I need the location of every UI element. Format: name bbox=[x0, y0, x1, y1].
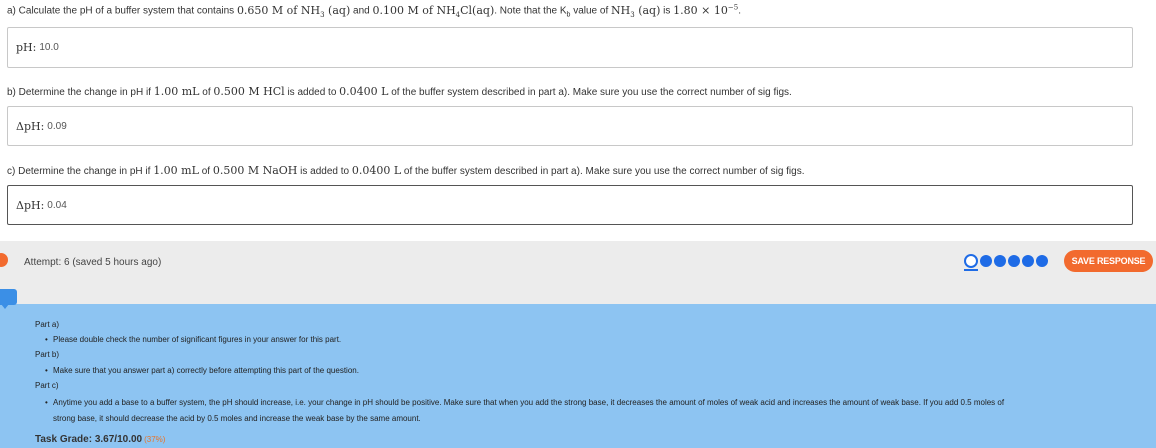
answer-c-label: ΔpH: bbox=[16, 198, 45, 212]
question-c-vol: 1.00 mL bbox=[153, 164, 199, 177]
feedback-panel bbox=[0, 304, 1156, 448]
feedback-part-a-title: Part a) bbox=[35, 320, 60, 329]
task-grade-label: Task Grade: 3.67/10.00 bbox=[35, 434, 143, 445]
bullet-icon: • bbox=[45, 398, 48, 407]
question-c-buffer-vol: 0.0400 L bbox=[351, 164, 402, 177]
attempt-dot[interactable] bbox=[1036, 255, 1048, 267]
attempt-dot[interactable] bbox=[1022, 255, 1034, 267]
feedback-part-c-text-2: strong base, it should decrease the acid… bbox=[53, 414, 421, 423]
answer-c-field[interactable]: ΔpH: 0.04 bbox=[7, 185, 1133, 225]
answer-b-label: ΔpH: bbox=[16, 119, 45, 133]
attempt-progress-dots bbox=[964, 254, 1050, 271]
feedback-part-c-title: Part c) bbox=[35, 381, 59, 390]
answer-a-label: pH: bbox=[16, 41, 37, 54]
question-b-vol: 1.00 mL bbox=[153, 85, 200, 98]
attempt-dot[interactable] bbox=[980, 255, 992, 267]
question-a-conc1: 0.650 M of NH3 (aq) bbox=[236, 3, 351, 19]
question-c: c) Determine the change in pH if 1.00 mL… bbox=[7, 164, 805, 177]
question-b-reagent: 0.500 M HCl bbox=[213, 85, 285, 98]
answer-b-value[interactable]: 0.09 bbox=[47, 121, 66, 132]
attempt-dot[interactable] bbox=[994, 255, 1006, 267]
question-b-buffer-vol: 0.0400 L bbox=[339, 85, 389, 98]
question-a-text: a) Calculate the pH of a buffer system t… bbox=[7, 5, 237, 17]
question-b: b) Determine the change in pH if 1.00 mL… bbox=[7, 85, 792, 98]
question-a: a) Calculate the pH of a buffer system t… bbox=[7, 3, 741, 19]
bullet-icon: • bbox=[45, 335, 48, 344]
answer-a-field[interactable]: pH: 10.0 bbox=[7, 27, 1133, 68]
question-a-conc2: 0.100 M of NH4Cl(aq) bbox=[372, 3, 495, 19]
status-bar bbox=[0, 241, 1156, 304]
answer-a-value[interactable]: 10.0 bbox=[39, 42, 58, 53]
question-c-reagent: 0.500 M NaOH bbox=[212, 164, 298, 177]
answer-c-value[interactable]: 0.04 bbox=[47, 200, 66, 211]
feedback-part-b-title: Part b) bbox=[35, 350, 60, 359]
answer-b-field[interactable]: ΔpH: 0.09 bbox=[7, 106, 1133, 146]
task-grade-percent: (37%) bbox=[144, 435, 166, 444]
attempt-dot-current[interactable] bbox=[964, 254, 978, 271]
question-a-species: NH3 (aq) bbox=[611, 3, 661, 19]
attempt-status: Attempt: 6 (saved 5 hours ago) bbox=[24, 257, 162, 268]
feedback-part-a-text: Please double check the number of signif… bbox=[53, 335, 342, 344]
feedback-part-b-text: Make sure that you answer part a) correc… bbox=[53, 366, 359, 375]
feedback-part-c-text-1: Anytime you add a base to a buffer syste… bbox=[53, 398, 1005, 407]
feedback-speech-bubble-icon[interactable] bbox=[0, 289, 17, 309]
attempt-dot[interactable] bbox=[1008, 255, 1020, 267]
bullet-icon: • bbox=[45, 366, 48, 375]
save-response-button[interactable]: SAVE RESPONSE bbox=[1064, 250, 1153, 272]
task-grade: Task Grade: 3.67/10.00 (37%) bbox=[35, 434, 165, 445]
question-a-kb: 1.80 × 10−5 bbox=[673, 3, 739, 17]
